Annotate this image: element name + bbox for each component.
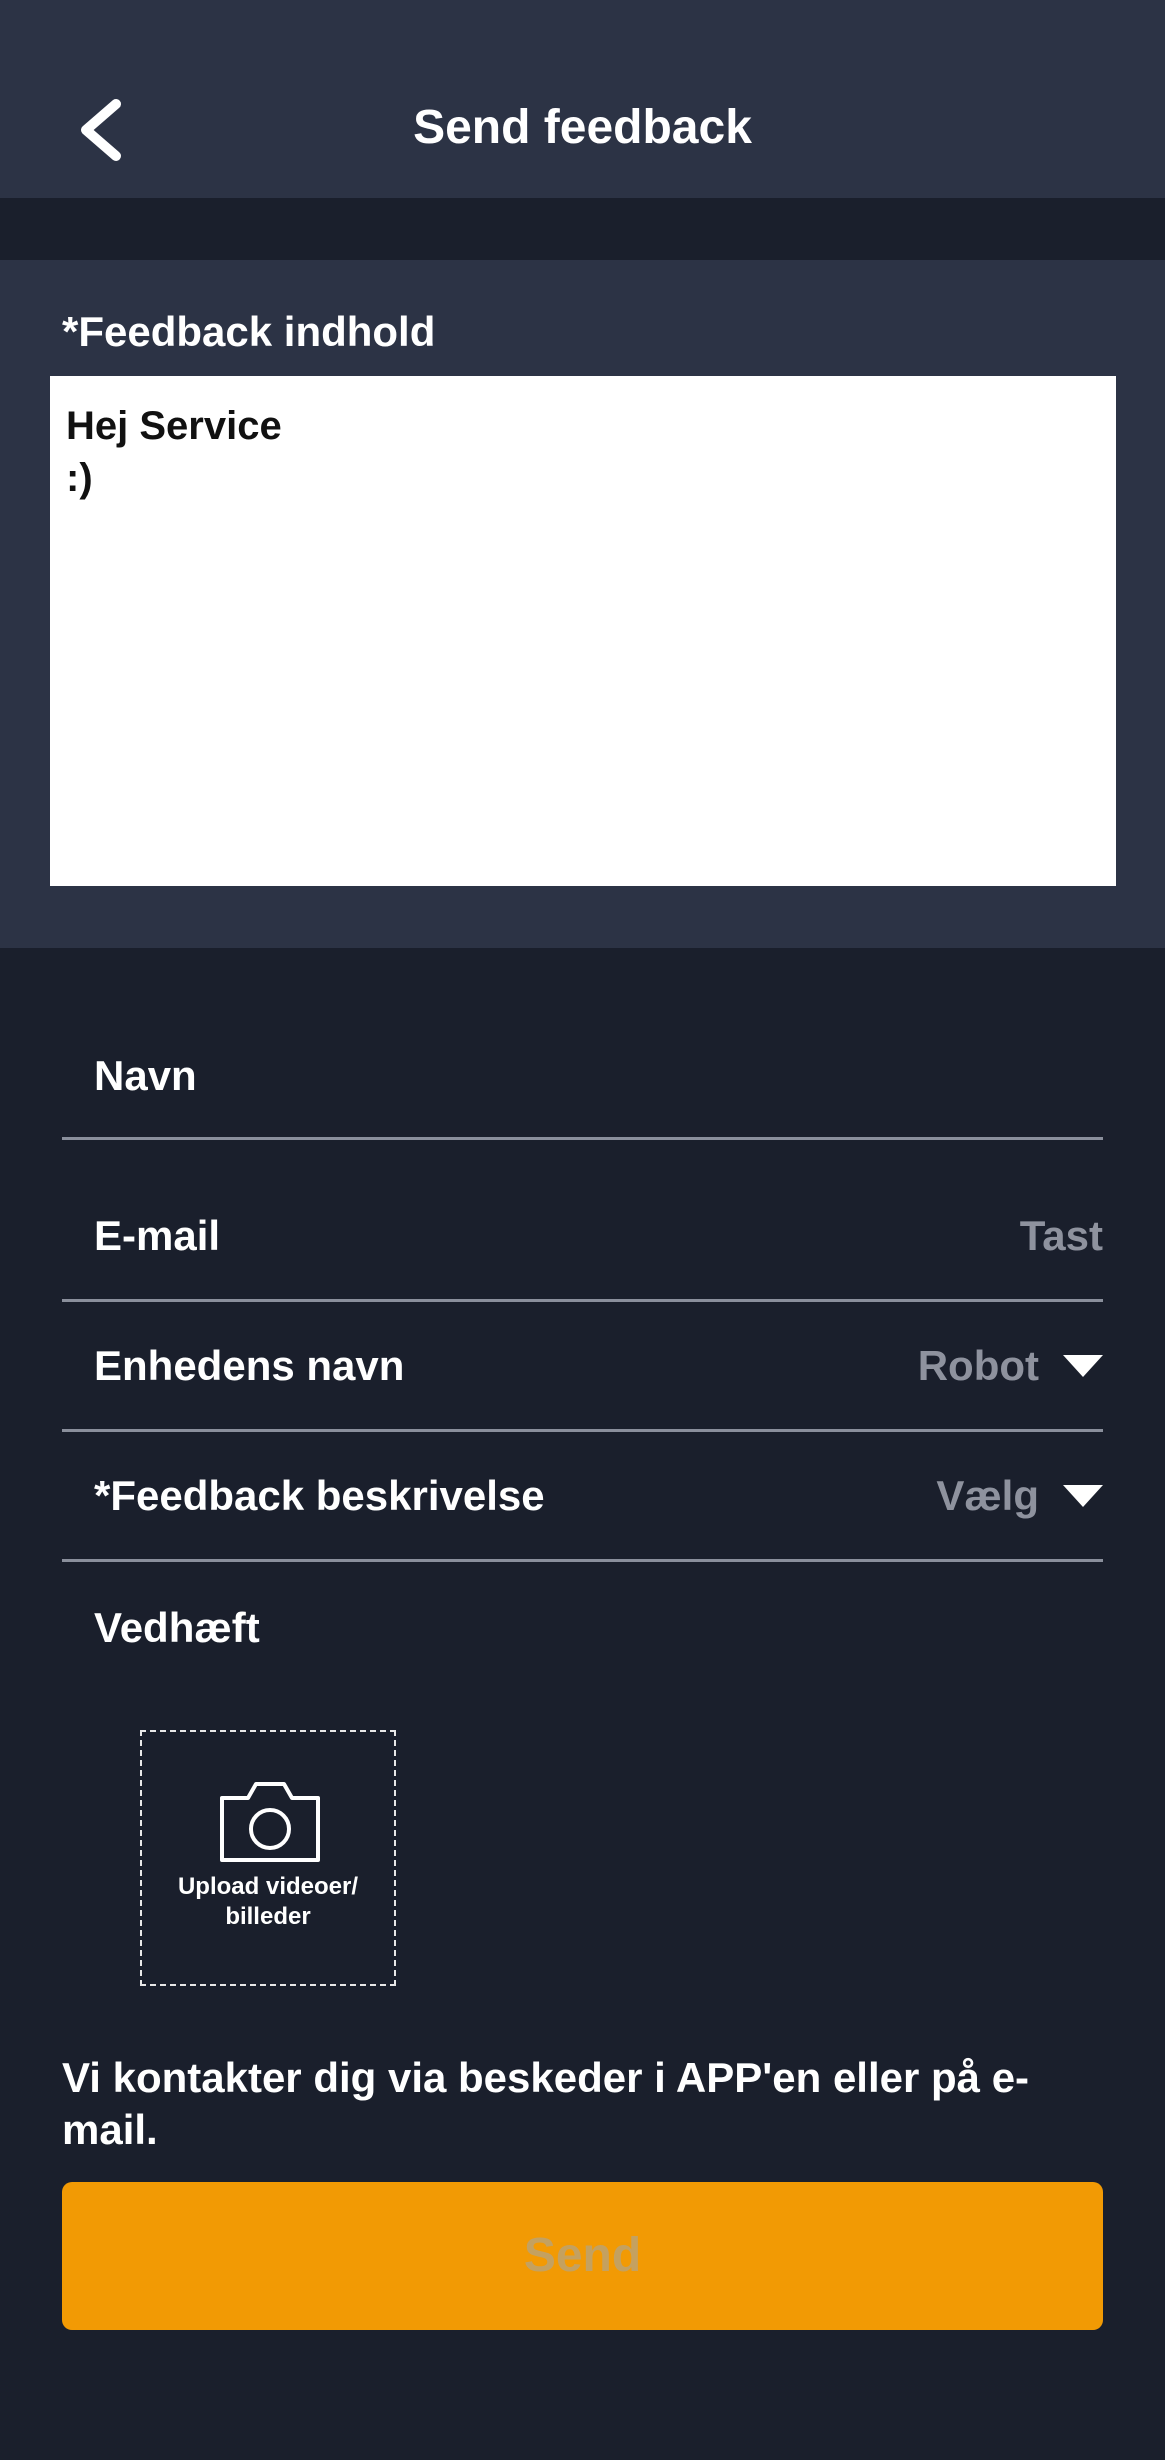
dropdown-arrow-icon: [1063, 1355, 1103, 1377]
email-input[interactable]: Tast: [1020, 1210, 1103, 1262]
divider-strip: [0, 198, 1165, 260]
feedback-content-label: *Feedback indhold: [62, 308, 436, 355]
contact-note: Vi kontakter dig via beskeder i APP'en e…: [62, 2054, 1030, 2153]
device-name-selected: Robot: [917, 1342, 1039, 1389]
page-title: Send feedback: [413, 101, 752, 154]
feedback-content-textarea[interactable]: Hej Service :): [50, 376, 1116, 886]
device-name-label: Enhedens navn: [94, 1342, 405, 1389]
feedback-description-select[interactable]: *Feedback beskrivelse Vælg: [62, 1432, 1103, 1562]
email-label: E-mail: [94, 1212, 221, 1259]
dropdown-arrow-icon: [1063, 1485, 1103, 1507]
feedback-description-value[interactable]: Vælg: [936, 1470, 1103, 1522]
name-label: Navn: [94, 1052, 197, 1099]
header-bar: Send feedback: [0, 0, 1165, 198]
email-field[interactable]: E-mail Tast: [62, 1140, 1103, 1302]
camera-icon: [220, 1782, 320, 1862]
feedback-description-selected: Vælg: [936, 1472, 1039, 1519]
device-name-select[interactable]: Enhedens navn Robot: [62, 1302, 1103, 1432]
upload-media-button[interactable]: Upload videoer/ billeder: [140, 1730, 396, 1986]
feedback-description-label: *Feedback beskrivelse: [94, 1472, 545, 1519]
send-button[interactable]: Send: [62, 2182, 1103, 2330]
name-field[interactable]: Navn: [62, 1020, 1103, 1140]
feedback-content-section: *Feedback indhold Hej Service :): [0, 260, 1165, 948]
device-name-value[interactable]: Robot: [918, 1340, 1103, 1392]
upload-text: Upload videoer/ billeder: [177, 1873, 359, 1930]
attach-label: Vedhæft: [94, 1604, 260, 1651]
